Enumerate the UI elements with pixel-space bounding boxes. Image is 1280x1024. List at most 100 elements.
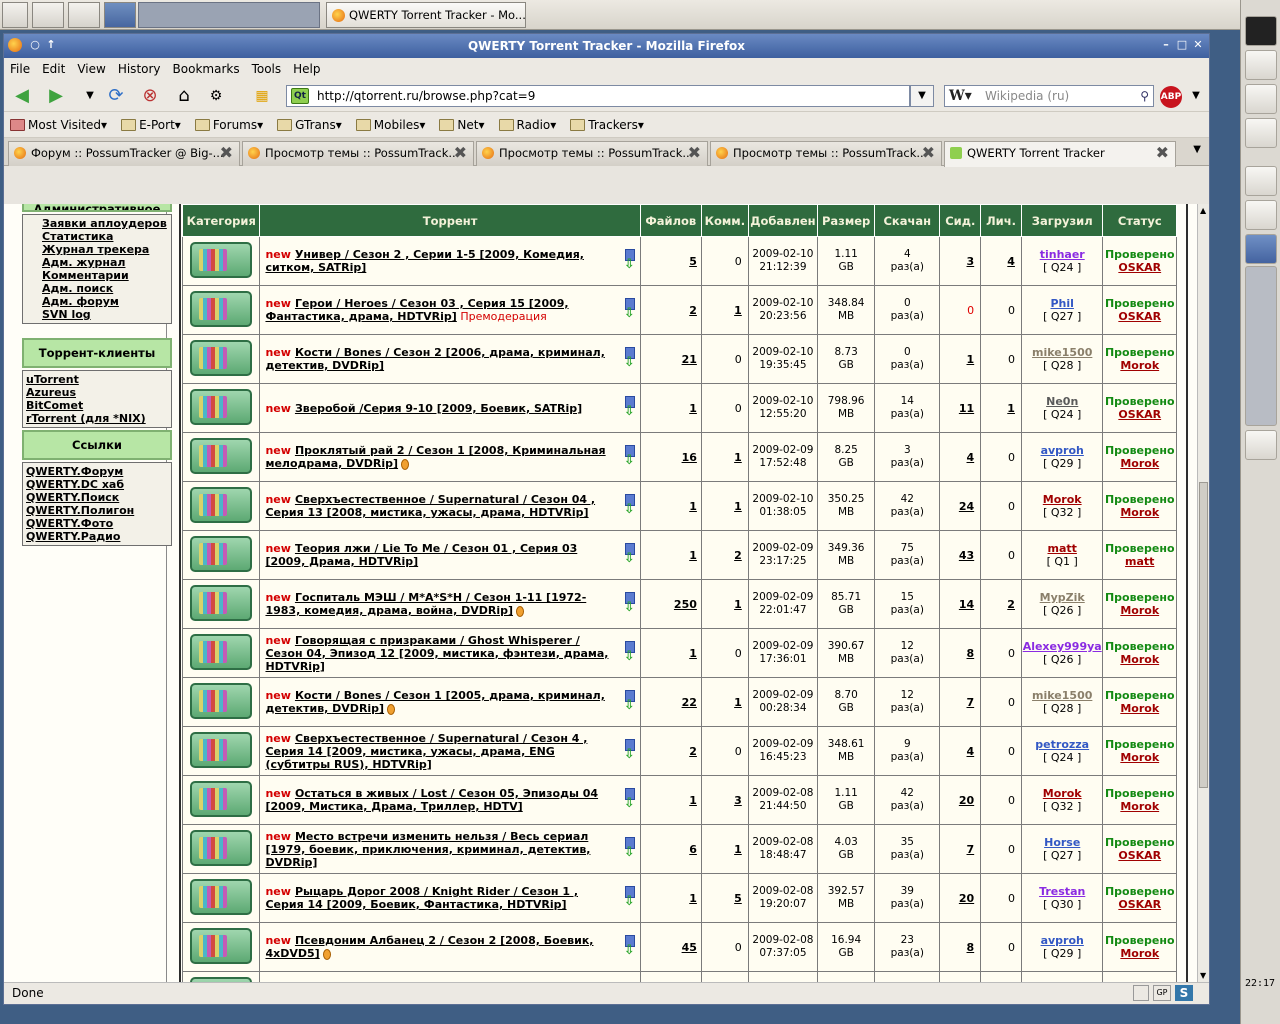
sidebar-link-forum[interactable]: QWERTY.Форум	[26, 465, 168, 478]
checked-by-link[interactable]: OSKAR	[1103, 408, 1176, 421]
checked-by-link[interactable]: OSKAR	[1103, 898, 1176, 911]
download-icon[interactable]	[624, 788, 635, 812]
firefox-launcher-icon[interactable]	[104, 2, 136, 28]
sidebar-link-admin-forum[interactable]: Адм. форум	[26, 295, 168, 308]
column-header-seeders[interactable]: Сид.	[939, 204, 982, 237]
forward-button[interactable]: ▶	[44, 84, 68, 108]
torrent-title-link[interactable]: Говорящая с призраками / Ghost Whisperer…	[265, 634, 608, 673]
vertical-scrollbar[interactable]: ▲ ▼	[1197, 204, 1209, 982]
uploader-name-link[interactable]: avproh	[1022, 444, 1103, 457]
menu-tools[interactable]: Tools	[252, 62, 282, 76]
tab-close-icon[interactable]: ✖	[922, 142, 935, 164]
tv-category-icon[interactable]	[190, 829, 253, 866]
torrent-title-link[interactable]: Кости / Bones / Сезон 2 [2006, драма, кр…	[265, 346, 604, 372]
download-icon[interactable]	[624, 690, 635, 714]
checked-by-link[interactable]: OSKAR	[1103, 261, 1176, 274]
leechers-count[interactable]: 1	[980, 383, 1022, 433]
uploader-name-link[interactable]: mike1500	[1022, 689, 1103, 702]
download-icon[interactable]	[624, 592, 635, 616]
files-count[interactable]: 21	[639, 334, 702, 384]
checked-by-link[interactable]: Morok	[1103, 506, 1176, 519]
torrent-title-link[interactable]: Госпиталь МЭШ / M*A*S*H / Сезон 1-11 [19…	[265, 591, 586, 617]
tv-category-icon[interactable]	[190, 535, 253, 572]
download-icon[interactable]	[624, 543, 635, 567]
comments-count[interactable]: 1	[700, 824, 749, 874]
sidebar-link-svn-log[interactable]: SVN log	[26, 308, 168, 321]
uploader-name-link[interactable]: Alexey999ya	[1022, 640, 1103, 653]
close-icon[interactable]: ✕	[1191, 38, 1205, 52]
checked-by-link[interactable]: matt	[1103, 555, 1176, 568]
search-icon[interactable]: ⚲	[1140, 86, 1149, 106]
sidebar-link-polygon[interactable]: QWERTY.Полигон	[26, 504, 168, 517]
bookmark-folder-trackers[interactable]: Trackers ▾	[570, 118, 644, 132]
tv-category-icon[interactable]	[190, 339, 253, 376]
scroll-down-icon[interactable]: ▼	[1200, 971, 1206, 980]
menu-view[interactable]: View	[77, 62, 105, 76]
tv-category-icon[interactable]	[190, 780, 253, 817]
folder-icon[interactable]	[1245, 84, 1277, 114]
bookmark-folder-net[interactable]: Net ▾	[439, 118, 485, 132]
tab-close-icon[interactable]: ✖	[220, 142, 233, 164]
files-count[interactable]: 5	[639, 236, 702, 286]
bookmark-folder-mobiles[interactable]: Mobiles ▾	[355, 118, 425, 132]
extension-icon[interactable]: ⚙	[204, 84, 228, 108]
files-count[interactable]: 22	[639, 677, 702, 727]
history-dropdown-icon[interactable]: ▼	[78, 84, 102, 108]
download-icon[interactable]	[624, 396, 635, 420]
checked-by-link[interactable]: OSKAR	[1103, 310, 1176, 323]
download-icon[interactable]	[624, 886, 635, 910]
column-header-torrent[interactable]: Торрент	[259, 204, 641, 237]
uploader-name-link[interactable]: MypZik	[1022, 591, 1103, 604]
torrent-title-link[interactable]: Проклятый рай 2 / Сезон 1 [2008, Кримина…	[265, 444, 605, 470]
sidebar-link-tracker-log[interactable]: Журнал трекера	[26, 243, 168, 256]
files-count[interactable]: 250	[639, 579, 702, 629]
torrent-title-link[interactable]: Кости / Bones / Сезон 1 [2005, драма, кр…	[265, 689, 604, 715]
files-count[interactable]: 1	[639, 530, 702, 580]
torrent-title-link[interactable]: Место встречи изменить нельзя / Весь сер…	[265, 830, 590, 869]
sidebar-link-search[interactable]: QWERTY.Поиск	[26, 491, 168, 504]
checked-by-link[interactable]: Morok	[1103, 702, 1176, 715]
leechers-count[interactable]: 2	[980, 579, 1022, 629]
main-menu-icon[interactable]	[2, 2, 28, 28]
comments-count[interactable]: 1	[700, 481, 749, 531]
globe-icon[interactable]	[1245, 118, 1277, 148]
uploader-name-link[interactable]: Trestan	[1022, 885, 1103, 898]
seeders-count[interactable]: 1	[939, 334, 982, 384]
home-button[interactable]: ⌂	[172, 84, 196, 108]
bookmark-folder-forums[interactable]: Forums ▾	[194, 118, 263, 132]
comments-count[interactable]: 5	[700, 873, 749, 923]
torrent-title-link[interactable]: Рыцарь Дорог 2008 / Knight Rider / Сезон…	[265, 885, 578, 911]
extension-icon[interactable]	[1133, 985, 1149, 1001]
url-dropdown-button[interactable]: ▼	[910, 85, 934, 107]
column-header-comments[interactable]: Комм.	[700, 204, 749, 237]
torrent-title-link[interactable]: Универ / Сезон 2 , Серии 1-5 [2009, Коме…	[265, 248, 583, 274]
uploader-name-link[interactable]: petrozza	[1022, 738, 1103, 751]
tv-category-icon[interactable]	[190, 731, 253, 768]
seeders-count[interactable]: 7	[939, 824, 982, 874]
column-header-added[interactable]: Добавлен	[747, 204, 819, 237]
adblock-button[interactable]: ABP	[1160, 86, 1182, 108]
workspace-pager[interactable]	[1245, 266, 1277, 426]
workspace-pager[interactable]	[138, 2, 320, 28]
download-icon[interactable]	[624, 641, 635, 665]
tv-category-icon[interactable]	[190, 290, 253, 327]
menu-bookmarks[interactable]: Bookmarks	[173, 62, 240, 76]
files-count[interactable]: 1	[639, 628, 702, 678]
power-icon[interactable]	[1245, 430, 1277, 460]
leechers-count[interactable]: 4	[980, 236, 1022, 286]
tv-category-icon[interactable]	[190, 486, 253, 523]
files-count[interactable]: 1	[639, 971, 702, 982]
sidebar-link-statistics[interactable]: Статистика	[26, 230, 168, 243]
download-icon[interactable]	[624, 445, 635, 469]
sidebar-link-photo[interactable]: QWERTY.Фото	[26, 517, 168, 530]
torrent-title-link[interactable]: Теория лжи / Lie To Me / Сезон 01 , Сери…	[265, 542, 577, 568]
tab-topic-2[interactable]: Просмотр темы :: PossumTrack... ✖	[476, 141, 708, 166]
uploader-name-link[interactable]: Horse	[1022, 836, 1103, 849]
tab-close-icon[interactable]: ✖	[688, 142, 701, 164]
tab-list-dropdown-icon[interactable]: ▼	[1193, 144, 1201, 155]
torrent-title-link[interactable]: Сверхъестественное / Supernatural / Сезо…	[265, 493, 595, 519]
uploader-name-link[interactable]: Ne0n	[1022, 395, 1103, 408]
tab-qwerty-tracker[interactable]: QWERTY Torrent Tracker ✖	[944, 141, 1176, 167]
uploader-name-link[interactable]: Morok	[1022, 787, 1103, 800]
uploader-name-link[interactable]: matt	[1022, 542, 1103, 555]
